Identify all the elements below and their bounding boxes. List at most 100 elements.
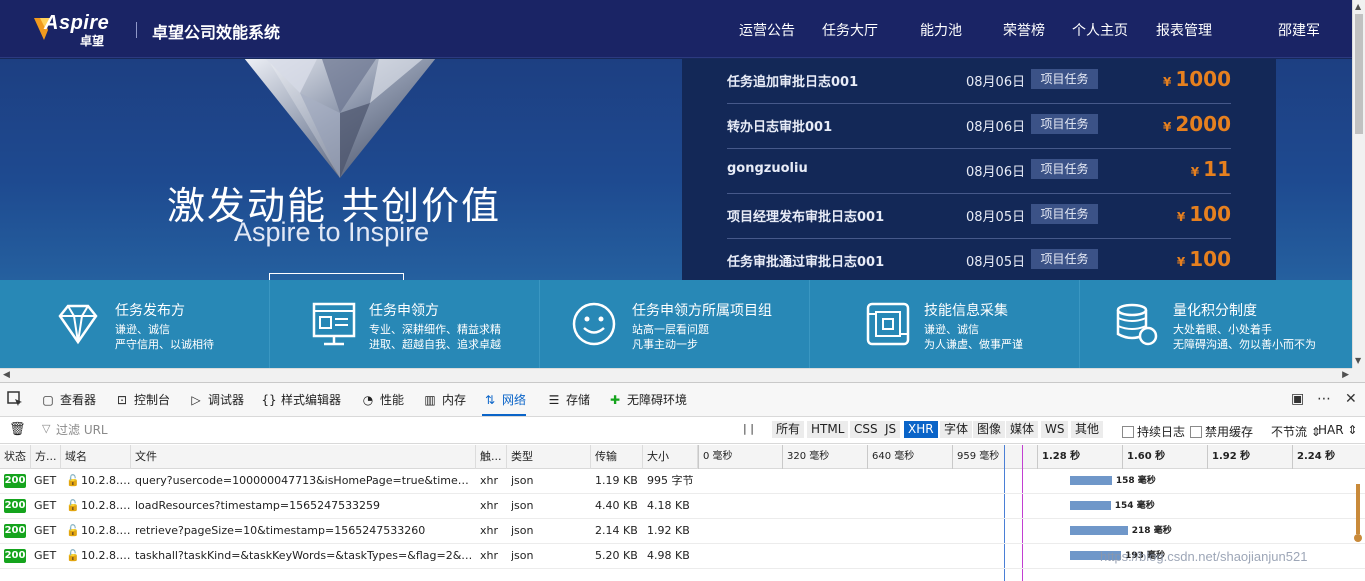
- timing-label: 158 毫秒: [1115, 476, 1156, 486]
- feature-points-system[interactable]: 量化积分制度 大处着眼、小处着手 无障碍沟通、勿以善小而不为: [1080, 280, 1352, 368]
- request-domain: 10.2.8.42: [81, 524, 131, 537]
- database-icon: [1116, 303, 1158, 346]
- filter-url-input[interactable]: 过滤 URL: [56, 421, 356, 440]
- watermark: https://blog.csdn.net/shaojianjun521: [1100, 549, 1308, 564]
- filter-html[interactable]: HTML: [807, 421, 849, 438]
- performance-icon: ◔: [362, 393, 374, 407]
- request-row[interactable]: 200 GET 🔓 10.2.8.42 retrieve?pageSize=10…: [0, 519, 1365, 544]
- persist-logs-checkbox[interactable]: 持续日志: [1122, 423, 1185, 440]
- nav-ability-pool[interactable]: 能力池: [920, 20, 962, 40]
- feature-task-claimer[interactable]: 任务申领方 专业、深耕细作、精益求精 进取、超越自我、追求卓越: [270, 280, 540, 368]
- col-cause[interactable]: 触...: [476, 445, 507, 469]
- page-vertical-scrollbar[interactable]: ▲ ▼: [1352, 0, 1365, 368]
- scrollbar-corner: [1352, 368, 1365, 382]
- col-method[interactable]: 方...: [31, 445, 61, 469]
- filter-media[interactable]: 媒体: [1006, 421, 1039, 438]
- task-type-badge: 项目任务: [1031, 114, 1098, 134]
- feature-strip: 任务发布方 谦逊、诚信 严守信用、以诚相待 任务申领方 专业、深耕细作、精益求精…: [0, 280, 1352, 368]
- page-horizontal-scrollbar[interactable]: ◀ ▶: [0, 368, 1352, 382]
- feature-task-publisher[interactable]: 任务发布方 谦逊、诚信 严守信用、以诚相待: [0, 280, 270, 368]
- web-page: Aspire 卓望 卓望公司效能系统 运营公告 任务大厅 能力池 荣誉榜 个人主…: [0, 0, 1352, 368]
- status-badge: 200: [4, 499, 26, 513]
- task-row[interactable]: 转办日志审批001 08月06日 项目任务 ¥2000: [727, 104, 1231, 149]
- scroll-left-arrow-icon[interactable]: ◀: [3, 370, 10, 380]
- col-status[interactable]: 状态: [0, 445, 31, 469]
- feature-project-team[interactable]: 任务申领方所属项目组 站高一层看问题 凡事主动一步: [540, 280, 810, 368]
- tab-inspector[interactable]: ▢ 查看器: [40, 383, 96, 416]
- task-row[interactable]: 任务追加审批日志001 08月06日 项目任务 ¥1000: [727, 59, 1231, 104]
- site-header: Aspire 卓望 卓望公司效能系统 运营公告 任务大厅 能力池 荣誉榜 个人主…: [0, 0, 1352, 58]
- task-title: 任务审批通过审批日志001: [727, 255, 885, 270]
- timing-label: 218 毫秒: [1131, 526, 1172, 536]
- feature-desc-line1: 大处着眼、小处着手: [1173, 323, 1272, 336]
- insecure-lock-icon: 🔓: [66, 469, 78, 493]
- request-size: 1.92 KB: [647, 524, 690, 537]
- feature-title: 任务发布方: [115, 303, 185, 319]
- timeline-tick: 1.60 秒: [1122, 445, 1165, 469]
- close-devtools-icon[interactable]: ✕: [1345, 391, 1357, 407]
- aspire-logo[interactable]: Aspire 卓望: [34, 12, 124, 48]
- tab-accessibility[interactable]: ✚ 无障碍环境: [607, 383, 687, 416]
- style-editor-icon: {}: [261, 393, 277, 407]
- tab-performance[interactable]: ◔ 性能: [360, 383, 404, 416]
- task-row[interactable]: gongzuoliu 08月06日 项目任务 ¥11: [727, 149, 1231, 194]
- throttling-select[interactable]: 不节流 ⇕: [1271, 423, 1321, 440]
- diamond-icon: [58, 304, 98, 345]
- console-icon: ⊡: [116, 393, 128, 407]
- scroll-up-arrow-icon[interactable]: ▲: [1355, 2, 1361, 11]
- task-row[interactable]: 任务审批通过审批日志001 08月05日 项目任务 ¥100: [727, 239, 1231, 284]
- dock-side-icon[interactable]: ▣: [1291, 391, 1304, 407]
- more-options-icon[interactable]: ⋯: [1317, 391, 1331, 407]
- pick-element-icon[interactable]: [6, 390, 24, 412]
- filter-js[interactable]: JS: [881, 421, 901, 438]
- clear-log-trash-icon[interactable]: 🗑: [9, 422, 26, 437]
- col-transferred[interactable]: 传输: [591, 445, 643, 469]
- col-type[interactable]: 类型: [507, 445, 591, 469]
- feature-skill-collection[interactable]: 技能信息采集 谦逊、诚信 为人谦虚、做事严谨: [810, 280, 1080, 368]
- thermometer-scroll-icon[interactable]: [1354, 484, 1362, 544]
- col-file[interactable]: 文件: [131, 445, 476, 469]
- request-row[interactable]: 200 GET 🔓 10.2.8.42 loadResources?timest…: [0, 494, 1365, 519]
- col-size[interactable]: 大小: [643, 445, 698, 469]
- request-type: json: [511, 524, 534, 537]
- task-title: 项目经理发布审批日志001: [727, 210, 885, 225]
- filter-xhr[interactable]: XHR: [904, 421, 938, 438]
- task-row[interactable]: 项目经理发布审批日志001 08月05日 项目任务 ¥100: [727, 194, 1231, 239]
- nav-task-hall[interactable]: 任务大厅: [822, 20, 878, 40]
- request-type: json: [511, 474, 534, 487]
- tab-storage[interactable]: ☰ 存储: [546, 383, 590, 416]
- task-reward: ¥100: [1177, 247, 1231, 271]
- tab-style-editor[interactable]: {} 样式编辑器: [261, 383, 341, 416]
- feature-desc-line2: 无障碍沟通、勿以善小而不为: [1173, 338, 1316, 351]
- nav-honor-board[interactable]: 荣誉榜: [1003, 20, 1045, 40]
- feature-desc-line1: 谦逊、诚信: [924, 323, 979, 336]
- scrollbar-thumb[interactable]: [1355, 14, 1363, 134]
- tab-console[interactable]: ⊡ 控制台: [114, 383, 170, 416]
- user-name[interactable]: 邵建军: [1278, 20, 1320, 40]
- disable-cache-checkbox[interactable]: 禁用缓存: [1190, 423, 1253, 440]
- smile-icon: [572, 302, 616, 346]
- har-menu[interactable]: HAR ⇕: [1318, 423, 1357, 437]
- filter-images[interactable]: 图像: [973, 421, 1006, 438]
- filter-fonts[interactable]: 字体: [940, 421, 973, 438]
- scroll-down-arrow-icon[interactable]: ▼: [1355, 356, 1361, 365]
- hero-button[interactable]: [269, 273, 404, 280]
- tab-debugger[interactable]: ▷ 调试器: [188, 383, 244, 416]
- request-size: 4.98 KB: [647, 549, 690, 562]
- nav-announcements[interactable]: 运营公告: [739, 20, 795, 40]
- tab-memory[interactable]: ▥ 内存: [422, 383, 466, 416]
- filter-ws[interactable]: WS: [1041, 421, 1069, 438]
- scroll-right-arrow-icon[interactable]: ▶: [1342, 370, 1349, 380]
- filter-other[interactable]: 其他: [1071, 421, 1104, 438]
- nav-personal-home[interactable]: 个人主页: [1072, 20, 1128, 40]
- pause-icon[interactable]: | |: [743, 422, 754, 435]
- col-domain[interactable]: 域名: [61, 445, 131, 469]
- request-row[interactable]: 200 GET 🔓 10.2.8.42 query?usercode=10000…: [0, 469, 1365, 494]
- timeline-tick: 640 毫秒: [867, 445, 914, 469]
- request-list: 200 GET 🔓 10.2.8.42 query?usercode=10000…: [0, 469, 1365, 581]
- filter-all[interactable]: 所有: [772, 421, 805, 438]
- filter-css[interactable]: CSS: [850, 421, 882, 438]
- nav-report-management[interactable]: 报表管理: [1156, 20, 1212, 40]
- status-badge: 200: [4, 524, 26, 538]
- tab-network[interactable]: ⇅ 网络: [482, 383, 527, 416]
